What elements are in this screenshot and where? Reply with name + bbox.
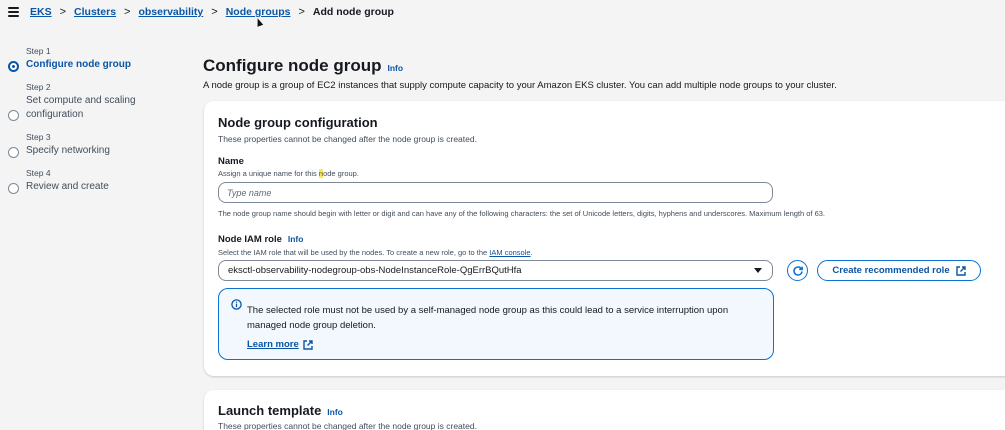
breadcrumb-eks[interactable]: EKS	[30, 6, 52, 18]
create-recommended-role-button[interactable]: Create recommended role	[817, 260, 981, 281]
page-title-text: Configure node group	[203, 56, 382, 75]
menu-icon[interactable]	[8, 7, 19, 17]
name-desc-pre: Assign a unique name for this	[218, 169, 319, 178]
panel-title: Node group configuration	[218, 115, 378, 130]
chevron-right-icon: >	[298, 6, 305, 18]
page-title: Configure node group Info	[203, 56, 403, 76]
step-2[interactable]: Step 2 Set compute and scaling configura…	[8, 82, 188, 122]
step-number: Step 1	[26, 46, 51, 56]
name-desc-post: ode group.	[323, 169, 359, 178]
breadcrumb-current: Add node group	[312, 6, 394, 18]
step-1[interactable]: Step 1 Configure node group	[8, 46, 188, 72]
launch-template-subtitle: These properties cannot be changed after…	[218, 421, 477, 430]
page-info-link[interactable]: Info	[387, 63, 403, 73]
breadcrumb-clusters[interactable]: Clusters	[74, 6, 116, 18]
breadcrumb: EKS > Clusters > observability > Node gr…	[30, 6, 394, 18]
period: .	[530, 248, 533, 257]
step-title: Specify networking	[26, 145, 110, 156]
iam-role-select[interactable]: eksctl-observability-nodegroup-obs-NodeI…	[218, 260, 773, 281]
launch-template-title-text: Launch template	[218, 403, 322, 418]
breadcrumb-observability[interactable]: observability	[138, 6, 203, 18]
name-label: Name	[218, 156, 244, 167]
refresh-button[interactable]	[787, 260, 808, 281]
learn-more-link[interactable]: Learn more	[247, 339, 313, 350]
caret-down-icon	[754, 268, 762, 273]
learn-more-label: Learn more	[247, 339, 299, 350]
chevron-right-icon: >	[211, 6, 218, 18]
mouse-cursor-icon	[254, 17, 264, 27]
node-group-configuration-panel: Node group configuration These propertie…	[204, 101, 1005, 376]
iam-role-label: Node IAM role Info	[218, 234, 303, 245]
step-number: Step 3	[26, 132, 51, 142]
name-description: Assign a unique name for this node group…	[218, 169, 359, 178]
iam-role-description: Select the IAM role that will be used by…	[218, 248, 533, 257]
external-link-icon	[303, 339, 313, 350]
step-number: Step 4	[26, 168, 51, 178]
step-number: Step 2	[26, 82, 51, 92]
top-bar: EKS > Clusters > observability > Node gr…	[0, 0, 1005, 27]
step-4[interactable]: Step 4 Review and create	[8, 168, 188, 194]
breadcrumb-node-groups[interactable]: Node groups	[226, 6, 291, 18]
iam-role-selected-value: eksctl-observability-nodegroup-obs-NodeI…	[228, 265, 522, 276]
launch-template-panel: Launch template Info These properties ca…	[204, 390, 1005, 430]
step-title: Configure node group	[26, 59, 131, 70]
iam-console-link[interactable]: IAM console	[489, 248, 530, 257]
launch-template-info-link[interactable]: Info	[327, 407, 343, 417]
refresh-icon	[792, 265, 803, 276]
launch-template-title: Launch template Info	[218, 403, 343, 418]
iam-role-info-link[interactable]: Info	[288, 234, 304, 244]
chevron-right-icon: >	[124, 6, 131, 18]
external-link-icon	[955, 265, 966, 276]
panel-subtitle: These properties cannot be changed after…	[218, 134, 477, 144]
name-constraint-text: The node group name should begin with le…	[218, 209, 826, 218]
info-icon	[231, 299, 242, 310]
step-radio-icon	[8, 61, 19, 72]
alert-message: The selected role must not be used by a …	[247, 305, 729, 331]
step-3[interactable]: Step 3 Specify networking	[8, 132, 188, 158]
wizard-steps: Step 1 Configure node group Step 2 Set c…	[8, 46, 188, 204]
step-radio-icon	[8, 147, 19, 158]
name-input[interactable]	[218, 182, 773, 203]
step-title: Review and create	[26, 181, 109, 192]
page-description: A node group is a group of EC2 instances…	[203, 80, 837, 91]
iam-role-desc-text: Select the IAM role that will be used by…	[218, 248, 488, 257]
step-radio-icon	[8, 110, 19, 121]
iam-role-label-text: Node IAM role	[218, 234, 282, 245]
create-role-label: Create recommended role	[832, 265, 950, 276]
info-alert: The selected role must not be used by a …	[218, 288, 774, 360]
step-radio-icon	[8, 183, 19, 194]
chevron-right-icon: >	[59, 6, 67, 18]
step-title: Set compute and scaling configuration	[26, 95, 136, 120]
